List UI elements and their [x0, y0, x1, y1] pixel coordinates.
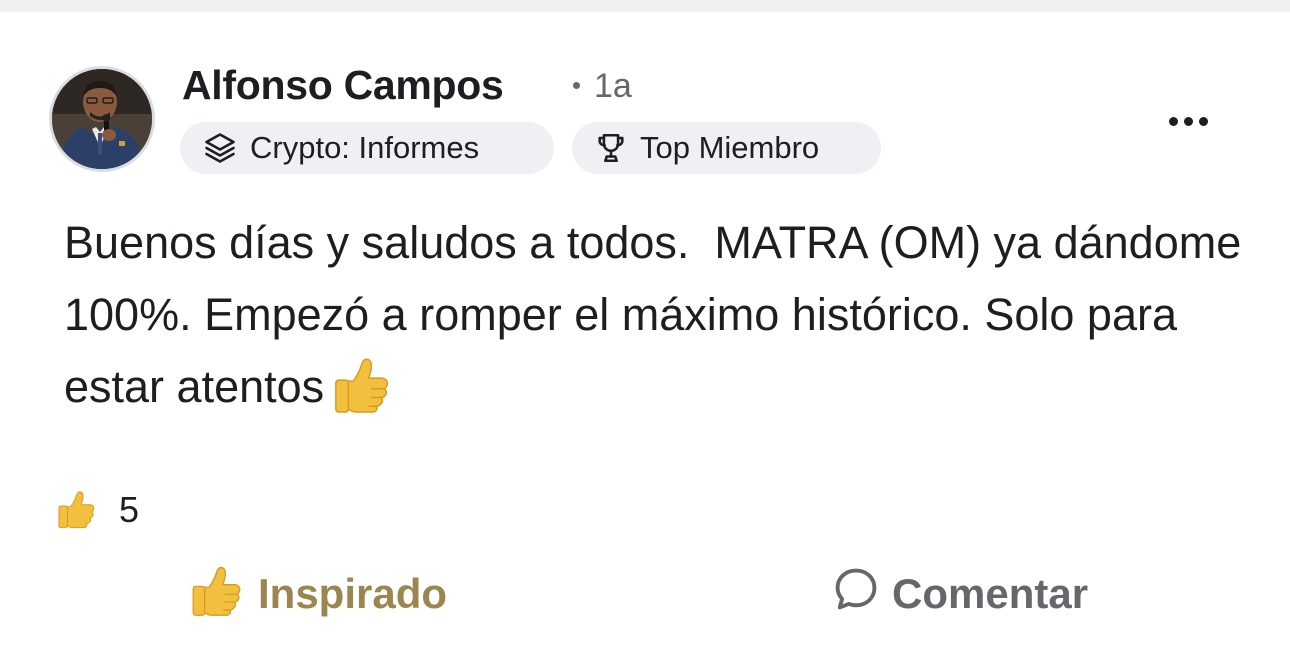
comment-icon: [830, 563, 892, 625]
inspired-button[interactable]: Inspirado: [188, 562, 447, 626]
post-text: Buenos días y saludos a todos. MATRA (OM…: [64, 217, 1254, 412]
more-options-button[interactable]: [1158, 101, 1218, 141]
post-body: Buenos días y saludos a todos. MATRA (OM…: [64, 207, 1244, 435]
author-avatar[interactable]: [49, 66, 155, 172]
post-timestamp[interactable]: 1a: [573, 64, 632, 108]
group-badge-label: Crypto: Informes: [250, 130, 480, 165]
comment-button[interactable]: Comentar: [830, 562, 1088, 626]
more-dot: [1168, 116, 1178, 126]
more-dot: [1183, 116, 1193, 126]
thumbs-up-emoji: [330, 352, 392, 435]
group-badge[interactable]: Crypto: Informes: [180, 122, 554, 174]
thumbs-up-icon: [55, 487, 97, 534]
member-badge[interactable]: Top Miembro: [572, 122, 881, 174]
reaction-summary[interactable]: 5: [55, 488, 139, 532]
comment-label: Comentar: [892, 570, 1089, 617]
more-dot: [1198, 116, 1208, 126]
top-divider: [0, 0, 1290, 12]
inspired-label: Inspirado: [258, 570, 448, 617]
reaction-count: 5: [119, 489, 140, 530]
author-name[interactable]: Alfonso Campos: [182, 60, 504, 110]
trophy-icon: [598, 133, 624, 163]
thumbs-up-icon: [188, 560, 258, 628]
member-badge-label: Top Miembro: [640, 130, 820, 165]
layers-icon: [205, 133, 235, 163]
separator-dot: [573, 81, 580, 89]
timestamp-text: 1a: [594, 67, 632, 105]
